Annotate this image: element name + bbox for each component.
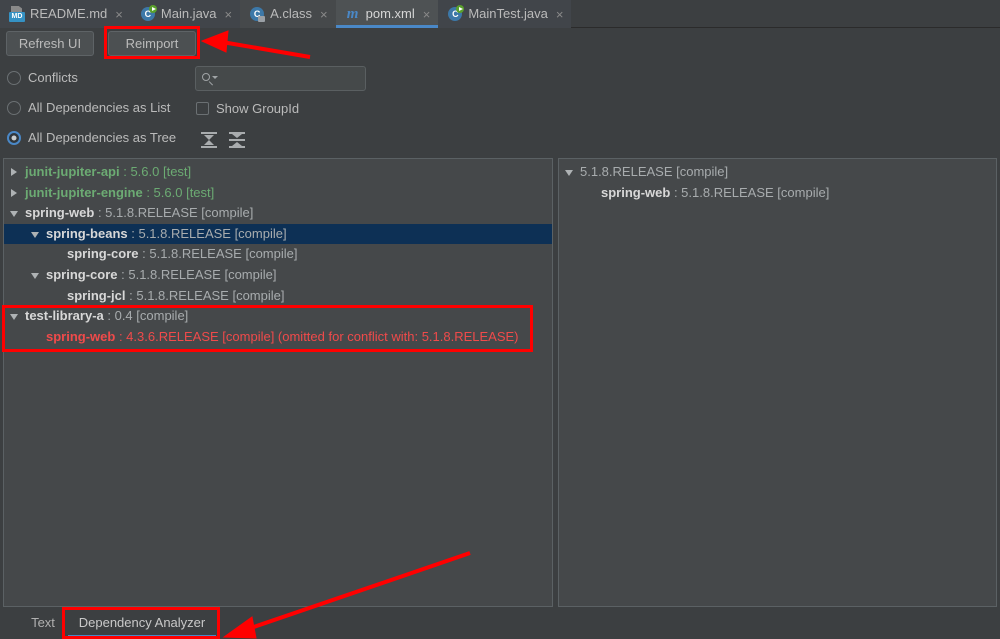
tab-text[interactable]: Text: [22, 611, 64, 637]
tree-row[interactable]: spring-core : 5.1.8.RELEASE [compile]: [4, 265, 552, 286]
editor-tab-pom-xml[interactable]: m pom.xml ×: [335, 0, 439, 28]
editor-tab-main-java[interactable]: C Main.java ×: [130, 0, 241, 28]
chevron-right-icon[interactable]: [10, 188, 19, 198]
dependency-tree-panel[interactable]: junit-jupiter-api : 5.6.0 [test] junit-ju…: [3, 158, 553, 607]
tree-row[interactable]: spring-jcl : 5.1.8.RELEASE [compile]: [4, 286, 552, 307]
editor-tab-label: Main.java: [160, 6, 217, 21]
search-icon: [202, 72, 218, 86]
dependency-version-scope: : 5.6.0 [test]: [119, 164, 192, 179]
dependency-version-scope: : 0.4 [compile]: [103, 308, 189, 324]
tree-row[interactable]: junit-jupiter-api : 5.6.0 [test]: [4, 162, 552, 183]
editor-tab-label: README.md: [30, 6, 108, 21]
refresh-ui-button[interactable]: Refresh UI: [6, 31, 94, 56]
chevron-right-icon[interactable]: [10, 168, 19, 177]
dependency-version-scope: : 5.1.8.RELEASE [compile]: [138, 246, 298, 262]
checkbox-label: Show GroupId: [216, 101, 300, 116]
checkbox-indicator: [196, 102, 209, 115]
radio-label: All Dependencies as Tree: [28, 130, 177, 145]
chevron-down-icon[interactable]: [565, 168, 574, 177]
java-compiled-class-icon: C: [249, 6, 266, 22]
dependency-artifact-name: spring-core: [46, 266, 118, 282]
dependency-artifact-name: spring-beans: [46, 225, 128, 241]
dependency-artifact-name: junit-jupiter-engine: [25, 184, 143, 200]
radio-label: All Dependencies as List: [28, 100, 171, 115]
dependency-artifact-name: test-library-a: [25, 308, 104, 324]
expand-all-icon[interactable]: [200, 131, 218, 149]
dependency-artifact-name: junit-jupiter-api: [25, 164, 120, 179]
radio-label: Conflicts: [28, 70, 78, 85]
collapse-all-icon[interactable]: [228, 131, 246, 149]
dependency-version-scope: 5.1.8.RELEASE [compile]: [580, 164, 729, 179]
close-icon[interactable]: ×: [423, 8, 431, 21]
tree-row[interactable]: spring-web : 5.1.8.RELEASE [compile]: [559, 183, 996, 204]
tree-row[interactable]: spring-web : 5.1.8.RELEASE [compile]: [4, 203, 552, 224]
radio-conflicts[interactable]: Conflicts: [7, 70, 78, 85]
dependency-analyzer-window: MD README.md × C Main.java × C A.class ×…: [0, 0, 1000, 639]
dependency-conflict-panel[interactable]: 5.1.8.RELEASE [compile] spring-web : 5.1.…: [558, 158, 997, 607]
tree-row[interactable]: test-library-a : 0.4 [compile]: [4, 306, 552, 327]
editor-tab-bar: MD README.md × C Main.java × C A.class ×…: [0, 0, 1000, 28]
tree-row[interactable]: spring-beans : 5.1.8.RELEASE [compile]: [4, 223, 552, 245]
chevron-down-icon[interactable]: [10, 312, 19, 321]
editor-tab-a-class[interactable]: C A.class ×: [240, 0, 336, 28]
close-icon[interactable]: ×: [115, 8, 123, 21]
analyzer-toolbar: Refresh UI Reimport: [0, 29, 1000, 60]
radio-indicator: [7, 70, 21, 85]
editor-bottom-tab-bar: Text Dependency Analyzer: [0, 609, 1000, 639]
dependency-version-scope: : 5.6.0 [test]: [142, 184, 215, 200]
close-icon[interactable]: ×: [320, 8, 328, 21]
editor-tab-label: pom.xml: [365, 6, 415, 21]
radio-all-dependencies-as-tree[interactable]: All Dependencies as Tree: [7, 130, 176, 145]
maven-file-icon: m: [346, 6, 359, 22]
editor-tab-label: MainTest.java: [468, 6, 548, 21]
dependency-version-scope: : 5.1.8.RELEASE [compile]: [94, 205, 254, 221]
dependency-artifact-name: spring-jcl: [67, 287, 126, 303]
chevron-down-icon[interactable]: [31, 230, 40, 239]
dependency-artifact-name: spring-web: [25, 205, 95, 221]
dependency-artifact-name: spring-core: [67, 246, 139, 262]
tab-dependency-analyzer[interactable]: Dependency Analyzer: [68, 611, 216, 637]
dependency-artifact-name: spring-web: [46, 328, 116, 344]
tree-row[interactable]: junit-jupiter-engine : 5.6.0 [test]: [4, 183, 552, 204]
dependency-version-scope: : 5.1.8.RELEASE [compile]: [127, 225, 287, 241]
tree-row[interactable]: 5.1.8.RELEASE [compile]: [559, 162, 996, 183]
close-icon[interactable]: ×: [556, 8, 564, 21]
radio-indicator: [7, 100, 21, 115]
editor-tab-label: A.class: [270, 6, 313, 21]
dependency-version-scope: : 5.1.8.RELEASE [compile]: [125, 287, 285, 303]
tree-row[interactable]: spring-web : 4.3.6.RELEASE [compile] (om…: [4, 327, 552, 348]
chevron-down-icon[interactable]: [31, 271, 40, 280]
search-input[interactable]: [195, 66, 366, 91]
checkbox-show-groupid[interactable]: Show GroupId: [196, 101, 299, 116]
java-class-run-icon: C: [140, 5, 157, 22]
reimport-button[interactable]: Reimport: [108, 31, 196, 56]
chevron-down-icon[interactable]: [10, 209, 19, 218]
editor-tab-maintest-java[interactable]: C MainTest.java ×: [438, 0, 572, 28]
java-test-class-icon: C: [447, 5, 465, 22]
radio-indicator-selected: [7, 130, 21, 145]
dependency-artifact-name: spring-web: [601, 184, 671, 200]
dependency-version-scope: : 4.3.6.RELEASE [compile] (omitted for c…: [115, 328, 519, 344]
radio-all-dependencies-as-list[interactable]: All Dependencies as List: [7, 100, 170, 115]
tree-row[interactable]: spring-core : 5.1.8.RELEASE [compile]: [4, 244, 552, 265]
editor-tab-readme[interactable]: MD README.md ×: [0, 0, 131, 28]
dependency-version-scope: : 5.1.8.RELEASE [compile]: [670, 184, 830, 200]
markdown-file-icon: MD: [9, 6, 25, 22]
close-icon[interactable]: ×: [225, 8, 233, 21]
dependency-version-scope: : 5.1.8.RELEASE [compile]: [117, 266, 277, 282]
